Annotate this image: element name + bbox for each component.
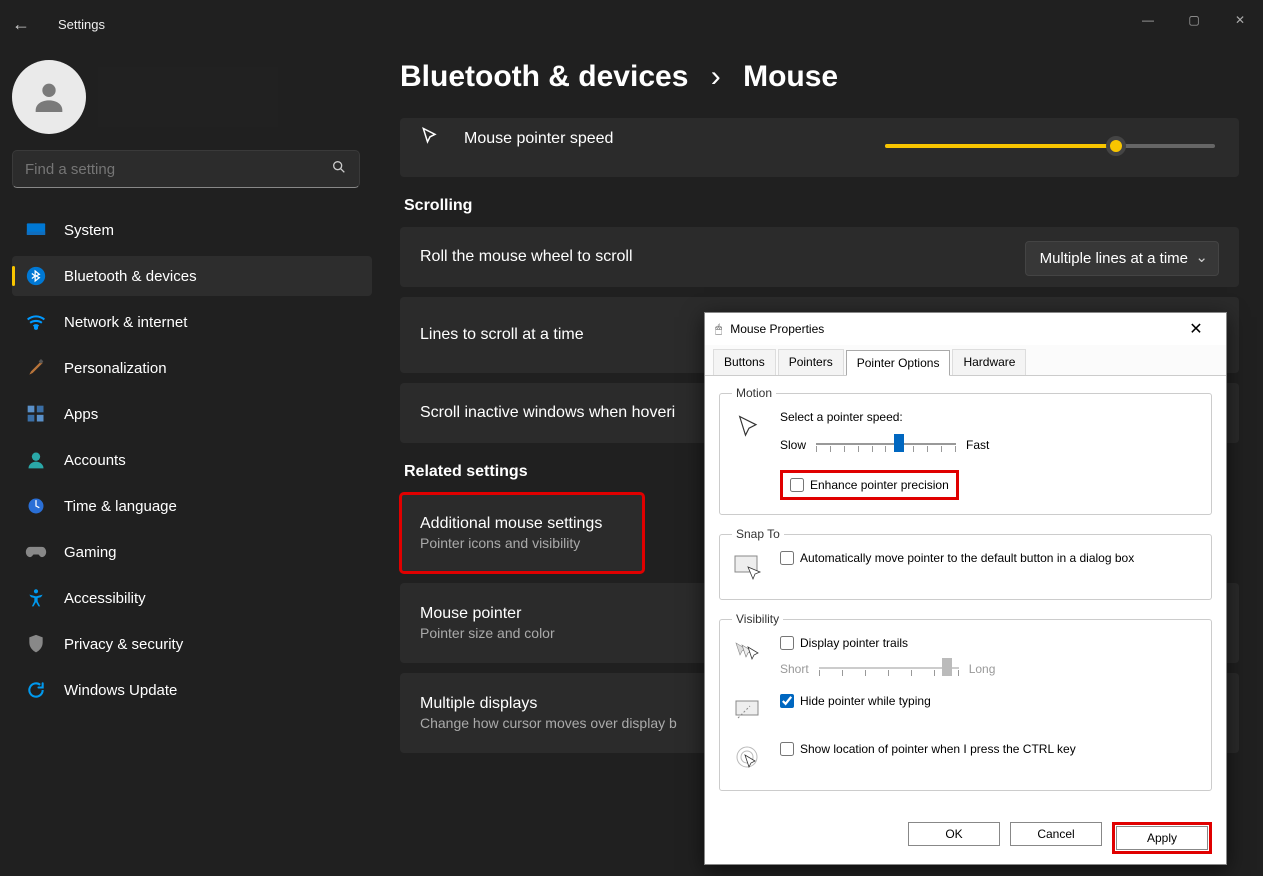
nav-list: System Bluetooth & devices Network & int… (12, 210, 372, 710)
nav-personalization[interactable]: Personalization (12, 348, 372, 388)
motion-label: Select a pointer speed: (780, 410, 1199, 424)
tab-buttons[interactable]: Buttons (713, 349, 776, 375)
section-scrolling: Scrolling (404, 197, 1239, 215)
dialog-titlebar[interactable]: 🖱 Mouse Properties ✕ (705, 313, 1226, 345)
enhance-precision-input[interactable] (790, 478, 804, 492)
gamepad-icon (24, 540, 48, 564)
nav-accounts[interactable]: Accounts (12, 440, 372, 480)
tab-hardware[interactable]: Hardware (952, 349, 1026, 375)
snapto-input[interactable] (780, 551, 794, 565)
visibility-group: Visibility Display pointer trails Short (719, 612, 1212, 791)
nav-privacy-security[interactable]: Privacy & security (12, 624, 372, 664)
pointer-arrow-icon (732, 410, 766, 444)
tab-pointer-options[interactable]: Pointer Options (846, 350, 951, 376)
back-button[interactable]: ← (12, 14, 40, 35)
bluetooth-icon (24, 264, 48, 288)
minimize-button[interactable]: — (1125, 0, 1171, 40)
nav-network[interactable]: Network & internet (12, 302, 372, 342)
dialog-close-button[interactable]: ✕ (1176, 319, 1216, 339)
breadcrumb-parent[interactable]: Bluetooth & devices (400, 60, 688, 93)
ok-button[interactable]: OK (908, 822, 1000, 846)
motion-group: Motion Select a pointer speed: Slow Fast (719, 386, 1212, 515)
snap-icon (732, 551, 766, 585)
ctrl-locate-icon (732, 742, 766, 776)
snapto-group: Snap To Automatically move pointer to th… (719, 527, 1212, 600)
hide-typing-checkbox[interactable]: Hide pointer while typing (780, 694, 931, 708)
profile-section[interactable] (12, 60, 372, 134)
enhance-precision-checkbox[interactable]: Enhance pointer precision (784, 474, 955, 496)
clock-globe-icon (24, 494, 48, 518)
search-icon (331, 159, 347, 180)
nav-accessibility[interactable]: Accessibility (12, 578, 372, 618)
trails-length-slider (819, 658, 959, 680)
monitor-icon (24, 218, 48, 242)
cancel-button[interactable]: Cancel (1010, 822, 1102, 846)
tab-pointers[interactable]: Pointers (778, 349, 844, 375)
accessibility-icon (24, 586, 48, 610)
window-title: Settings (58, 17, 105, 32)
shield-icon (24, 632, 48, 656)
breadcrumb-sep: › (711, 60, 721, 93)
breadcrumb: Bluetooth & devices › Mouse (400, 60, 1239, 94)
trails-icon (732, 636, 766, 670)
trails-checkbox[interactable]: Display pointer trails (780, 636, 1199, 650)
profile-name-placeholder (98, 67, 278, 127)
ctrl-locate-input[interactable] (780, 742, 794, 756)
mouse-properties-dialog: 🖱 Mouse Properties ✕ Buttons Pointers Po… (704, 312, 1227, 865)
ctrl-locate-checkbox[interactable]: Show location of pointer when I press th… (780, 742, 1076, 756)
maximize-button[interactable]: ▢ (1171, 0, 1217, 40)
nav-bluetooth-devices[interactable]: Bluetooth & devices (12, 256, 372, 296)
roll-dropdown[interactable]: Multiple lines at a time (1025, 241, 1219, 276)
panel-roll-wheel[interactable]: Roll the mouse wheel to scroll Multiple … (400, 227, 1239, 287)
slider-thumb[interactable] (1106, 136, 1126, 156)
panel-pointer-speed: Mouse pointer speed (400, 118, 1239, 177)
dialog-tabs: Buttons Pointers Pointer Options Hardwar… (705, 345, 1226, 376)
nav-windows-update[interactable]: Windows Update (12, 670, 372, 710)
update-icon (24, 678, 48, 702)
breadcrumb-current: Mouse (743, 60, 838, 93)
dialog-title: Mouse Properties (730, 322, 824, 336)
nav-system[interactable]: System (12, 210, 372, 250)
pointer-speed-slider[interactable] (885, 144, 1215, 148)
hide-typing-icon (732, 694, 766, 728)
motion-speed-slider[interactable] (816, 434, 956, 456)
trails-input[interactable] (780, 636, 794, 650)
mouse-icon: 🖱 (715, 322, 722, 337)
brush-icon (24, 356, 48, 380)
wifi-icon (24, 310, 48, 334)
cursor-icon (420, 126, 446, 151)
nav-time-language[interactable]: Time & language (12, 486, 372, 526)
pointer-speed-label: Mouse pointer speed (464, 130, 613, 148)
search-input[interactable] (25, 161, 331, 178)
apps-icon (24, 402, 48, 426)
snapto-checkbox[interactable]: Automatically move pointer to the defaul… (780, 551, 1199, 565)
person-icon (24, 448, 48, 472)
avatar (12, 60, 86, 134)
close-button[interactable]: ✕ (1217, 0, 1263, 40)
motion-slider-thumb[interactable] (894, 434, 904, 452)
nav-apps[interactable]: Apps (12, 394, 372, 434)
panel-additional-mouse-settings[interactable]: Additional mouse settings Pointer icons … (400, 493, 644, 573)
search-input-wrapper[interactable] (12, 150, 360, 188)
apply-button[interactable]: Apply (1116, 826, 1208, 850)
hide-typing-input[interactable] (780, 694, 794, 708)
nav-gaming[interactable]: Gaming (12, 532, 372, 572)
